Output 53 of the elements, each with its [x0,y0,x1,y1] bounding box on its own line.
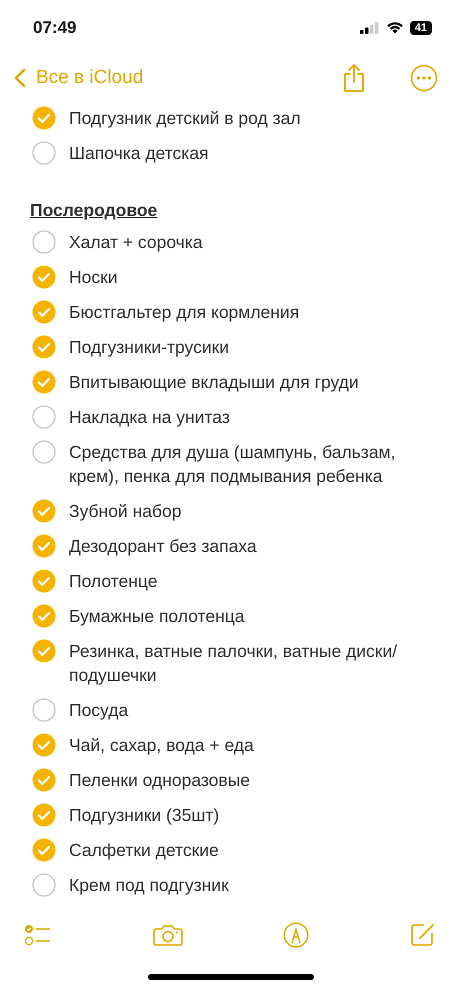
checklist-icon[interactable] [24,924,52,946]
checklist-item-text: Чай, сахар, вода + еда [69,734,254,756]
checklist-item-text: Подгузники (35шт) [69,804,220,826]
checklist-item-text: Впитывающие вкладыши для груди [69,370,359,394]
checkbox[interactable] [32,872,56,896]
battery-indicator: 41 [410,20,432,34]
more-icon[interactable] [410,64,438,92]
checkbox[interactable] [32,264,56,288]
checklist-item-text: Носки [69,266,118,288]
checklist-item-text: Крем под подгузник [69,874,229,896]
share-icon[interactable] [342,62,366,92]
checkbox[interactable] [32,404,56,428]
checkbox[interactable] [32,440,56,464]
checkbox[interactable] [32,604,56,628]
checklist-item-text: Накладка на унитаз [69,406,230,428]
checkbox[interactable] [32,370,56,394]
checklist-item-text: Дезодорант без запаха [69,534,257,558]
checklist-item-text: Полотенце [69,570,158,592]
checklist-item-text: Шапочка детская [69,142,209,164]
checkbox[interactable] [32,334,56,358]
checklist-item-text: Средства для душа (шампунь, бальзам, крем), пенка для подмывания ребенка [69,440,396,488]
checkbox[interactable] [32,698,56,722]
checkbox[interactable] [32,300,56,324]
section-heading: Послеродовое [30,199,158,222]
checklist-item-text: Подгузники-трусики [69,336,230,358]
status-time: 07:49 [33,18,76,38]
checklist-item-text: Салфетки детские [69,838,219,862]
checkbox[interactable] [32,838,56,862]
wifi-icon [386,21,404,34]
checklist-item-text: Халат + сорочка [69,230,203,254]
checkbox[interactable] [32,230,56,254]
camera-icon[interactable] [152,923,183,947]
checkbox[interactable] [32,140,56,164]
signal-icon [360,22,380,34]
checklist-item-text: Бумажные полотенца [69,604,245,628]
chevron-left-icon [14,68,26,88]
compose-icon[interactable] [410,922,436,948]
checklist-item-text: Подгузник детский в род зал [69,106,301,130]
checklist-item-text: Зубной набор [69,500,182,522]
checkbox[interactable] [32,106,56,130]
checkbox[interactable] [32,732,56,756]
checkbox[interactable] [32,498,56,522]
pen-tip-icon[interactable] [283,922,310,948]
checkbox[interactable] [32,638,56,662]
checklist-item-text: Резинка, ватные палочки, ватные диски/подушечки [69,640,398,686]
checkbox[interactable] [32,802,56,826]
checklist-item-text: Пеленки одноразовые [69,768,250,792]
checkbox[interactable] [32,534,56,558]
checklist-item-text: Посуда [69,698,128,722]
back-button[interactable]: Все в iCloud [14,66,144,88]
checkbox[interactable] [32,768,56,792]
checkbox[interactable] [32,568,56,592]
checklist-item-text: Бюстгальтер для кормления [69,300,300,324]
